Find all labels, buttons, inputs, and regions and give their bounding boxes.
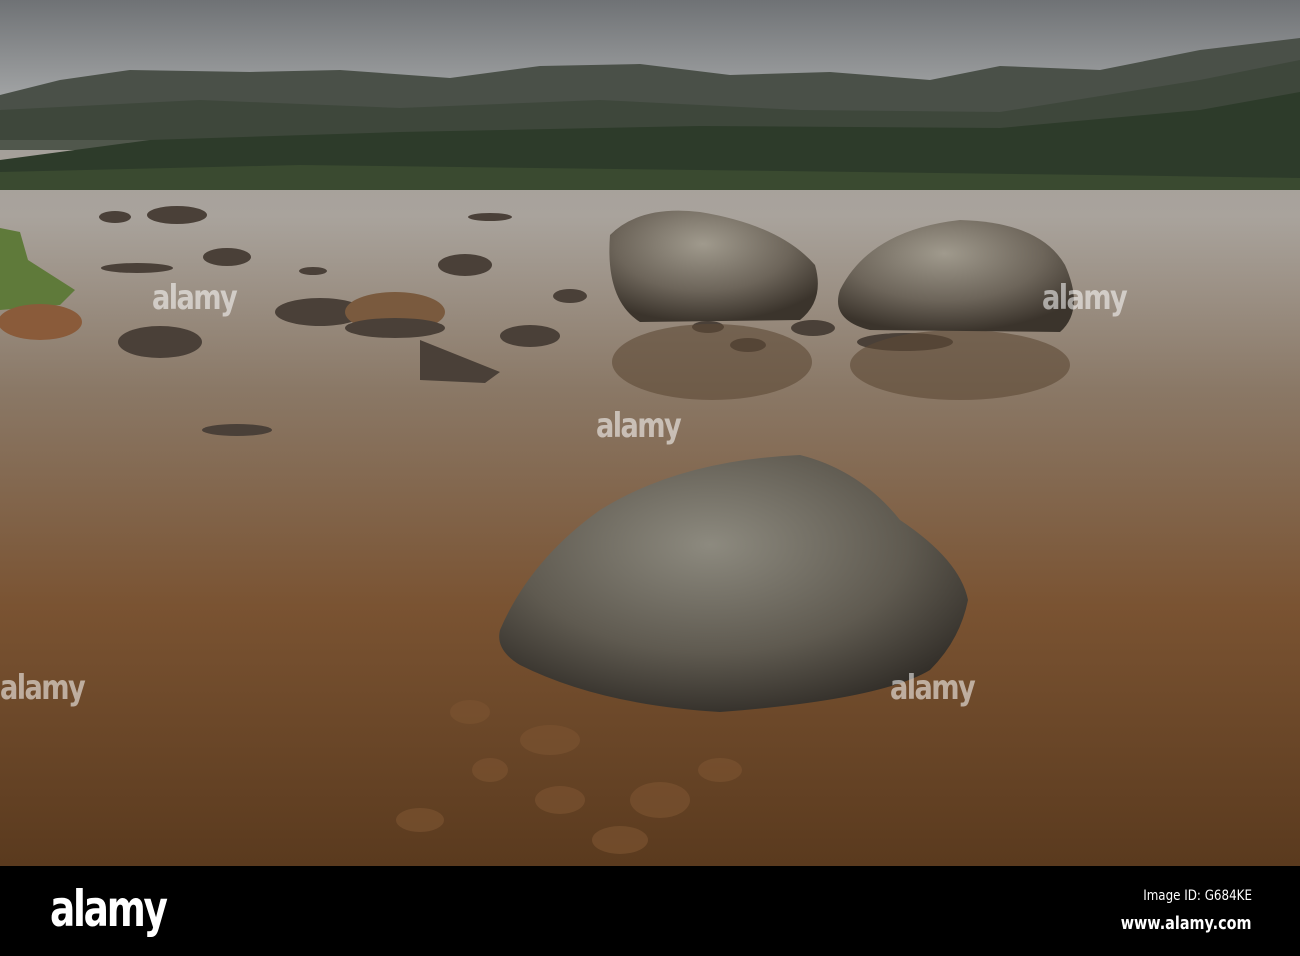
watermark: alamy — [0, 668, 86, 708]
alamy-logo: alamy — [50, 880, 168, 938]
footer-bar: alamy Image ID: G684KE www.alamy.com — [0, 866, 1300, 956]
watermark: alamy — [152, 278, 238, 318]
website-link: www.alamy.com — [1121, 913, 1252, 934]
watermark: alamy — [1042, 278, 1128, 318]
watermark: alamy — [890, 668, 976, 708]
watermark: alamy — [596, 406, 682, 446]
image-id: Image ID: G684KE — [1143, 888, 1252, 904]
